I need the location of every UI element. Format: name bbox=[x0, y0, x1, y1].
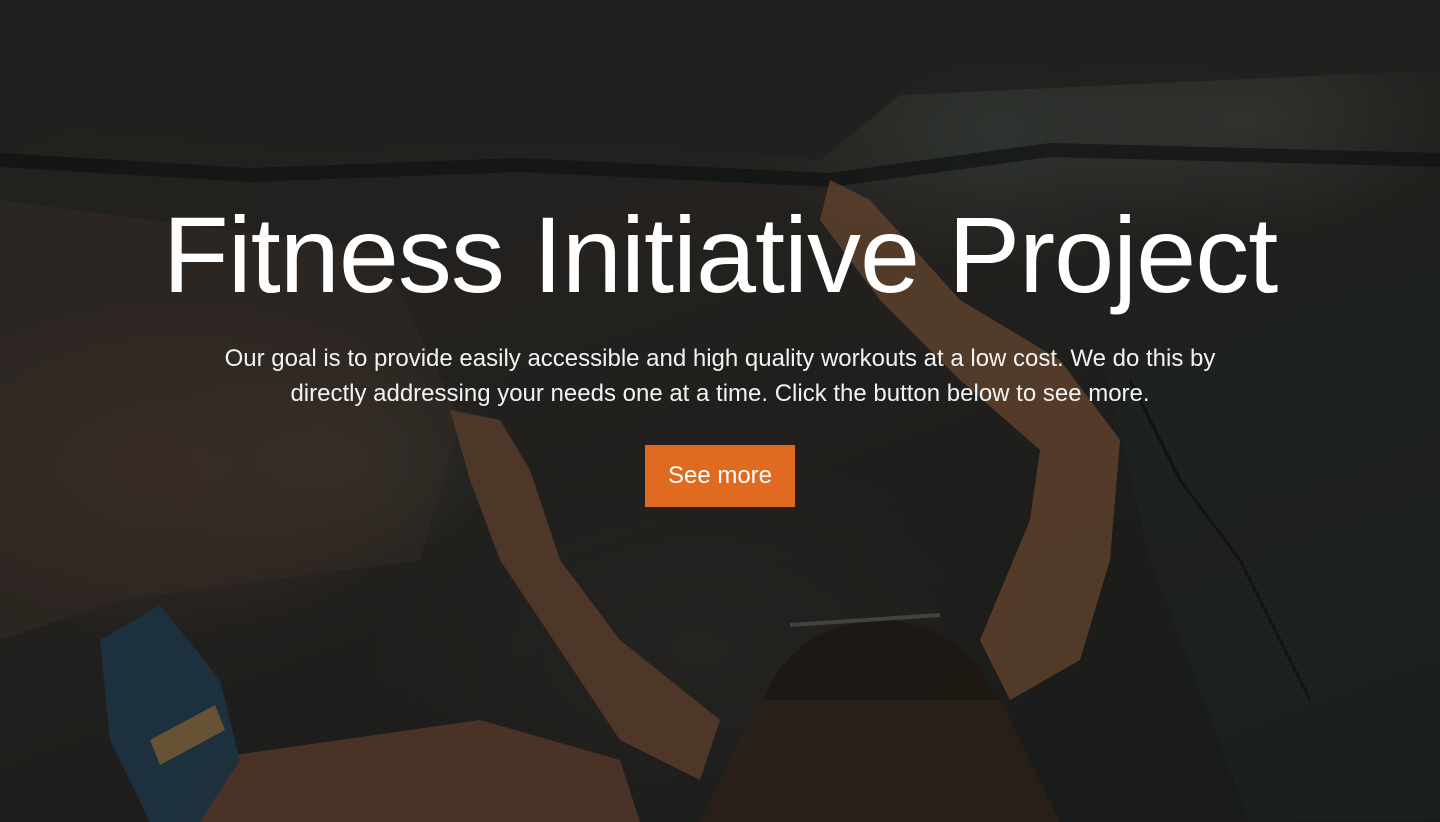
hero-title: Fitness Initiative Project bbox=[162, 194, 1278, 315]
see-more-button[interactable]: See more bbox=[645, 445, 795, 507]
hero-content: Fitness Initiative Project Our goal is t… bbox=[0, 195, 1440, 507]
hero-section: Fitness Initiative Project Our goal is t… bbox=[0, 0, 1440, 822]
hero-subtitle: Our goal is to provide easily accessible… bbox=[224, 345, 1216, 407]
